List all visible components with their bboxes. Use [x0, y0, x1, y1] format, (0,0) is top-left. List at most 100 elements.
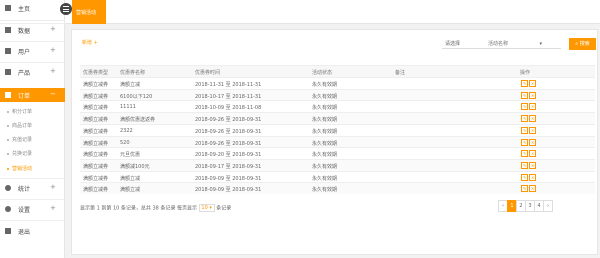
monitor-icon [5, 27, 11, 33]
sidebar-item-users[interactable]: 用户 + [0, 45, 65, 57]
table-cell: 满额立减 [120, 175, 141, 182]
divider [0, 41, 65, 42]
table-cell: 永久有效期 [312, 175, 338, 182]
box-icon [5, 69, 11, 75]
table-cell: 满额立减券 [83, 187, 109, 194]
delete-icon[interactable]: ✕ [529, 185, 536, 193]
table-cell: 520 [120, 139, 130, 146]
table-cell: 永久有效期 [312, 82, 338, 88]
table-cell: 满额立减券 [83, 163, 109, 170]
bullet-icon [7, 152, 9, 155]
sidebar-item-products[interactable]: 产品 + [0, 66, 65, 78]
table-row: 满额立减券 6100以下120 2018-10-17 至 2018-11-31 永久有… [80, 88, 595, 101]
sidebar-item-label: 统计 [18, 186, 31, 193]
sidebar-item-label: 订单 [18, 93, 31, 100]
row-actions: ✎ ✕ [521, 126, 537, 136]
bullet-icon [7, 138, 9, 141]
users-icon [5, 48, 11, 54]
table-cell: 2018-09-09 至 2018-09-31 [195, 187, 262, 194]
sidebar-item-orders[interactable]: 订单 − [0, 88, 65, 102]
column-header: 优惠券类型 [83, 70, 109, 76]
home-icon [5, 5, 11, 11]
table-cell: 满额立减券 [83, 82, 109, 88]
sidebar-subitem-marketing[interactable]: 营销活动 [7, 165, 32, 172]
menu-toggle-icon[interactable] [60, 3, 72, 15]
table-cell: 2018-09-17 至 2018-09-31 [195, 163, 262, 170]
edit-icon[interactable]: ✎ [521, 185, 528, 193]
delete-icon[interactable]: ✕ [529, 115, 536, 123]
table-row: 满额立减券 满额立减 2018-11-31 至 2018-11-31 永久有效期 ✎ ✕ [80, 77, 595, 89]
search-button[interactable]: ⌕ 搜索 [569, 38, 596, 50]
logout-icon [5, 228, 11, 234]
delete-icon[interactable]: ✕ [529, 80, 536, 87]
gear-icon [5, 206, 11, 212]
sidebar-item-stats[interactable]: 统计 + [0, 182, 65, 194]
clock-icon [5, 185, 11, 191]
search-input[interactable] [486, 39, 561, 49]
expand-icon[interactable]: + [50, 183, 56, 191]
sidebar-item-logout[interactable]: 退出 [0, 225, 65, 237]
sidebar-subitem-recharge[interactable]: 充值记录 [7, 136, 32, 143]
expand-icon[interactable]: + [50, 46, 56, 54]
edit-icon[interactable]: ✎ [521, 161, 528, 169]
delete-icon[interactable]: ✕ [529, 91, 536, 99]
table-cell: 满额减100元 [120, 163, 150, 170]
delete-icon[interactable]: ✕ [529, 173, 536, 181]
table-row: 满额立减券 满额立减 2018-09-09 至 2018-09-31 永久有效期 ✎ ✕ [80, 182, 595, 194]
table-cell: 永久有效期 [312, 163, 338, 170]
table-cell: 2018-09-09 至 2018-09-31 [195, 175, 262, 182]
edit-icon[interactable]: ✎ [521, 115, 528, 123]
column-header: 活动状态 [312, 70, 333, 76]
edit-icon[interactable]: ✎ [521, 138, 528, 146]
edit-icon[interactable]: ✎ [521, 173, 528, 181]
table-cell: 满额立减券 [83, 93, 109, 100]
delete-icon[interactable]: ✕ [529, 150, 536, 158]
page-next-button[interactable]: › [543, 200, 553, 212]
table-cell: 满额优惠送返券 [120, 117, 156, 124]
row-actions: ✎ ✕ [521, 80, 537, 89]
row-actions: ✎ ✕ [521, 185, 537, 194]
edit-icon[interactable]: ✎ [521, 80, 528, 87]
page-size-select[interactable]: 10 ▾ [198, 204, 215, 212]
tab-marketing[interactable]: 营销活动 [72, 0, 106, 24]
sidebar-item-data[interactable]: 数据 + [0, 24, 65, 36]
table-cell: 满额立减券 [83, 140, 109, 147]
expand-icon[interactable]: + [50, 67, 56, 75]
table-cell: 2018-10-09 至 2018-11-08 [195, 105, 262, 112]
table-header: 优惠券类型 优惠券名称 优惠券时间 活动状态 备注 操作 [80, 65, 595, 77]
sidebar-item-settings[interactable]: 设置 + [0, 203, 65, 215]
edit-icon[interactable]: ✎ [521, 126, 528, 134]
expand-icon[interactable]: + [50, 204, 56, 212]
bullet-icon [7, 124, 9, 127]
table-cell: 满额立减券 [83, 128, 109, 135]
edit-icon[interactable]: ✎ [521, 91, 528, 99]
table-cell: 满额立减券 [83, 105, 109, 112]
expand-icon[interactable]: + [50, 25, 56, 33]
content-panel: 新增 + 请选择 ▾ ⌕ 搜索 优惠券类型 优惠券名称 优惠券时间 活动状态 备… [71, 29, 598, 255]
delete-icon[interactable]: ✕ [529, 138, 536, 146]
edit-icon[interactable]: ✎ [521, 103, 528, 111]
edit-icon[interactable]: ✎ [521, 150, 528, 158]
pagination: ‹ 1 2 3 4 › [498, 200, 553, 212]
table-cell: 永久有效期 [312, 187, 338, 194]
add-button[interactable]: 新增 + [82, 39, 98, 46]
sidebar-subitem-points-orders[interactable]: 积分订单 [7, 108, 32, 115]
delete-icon[interactable]: ✕ [529, 103, 536, 111]
divider [0, 20, 65, 21]
column-header: 操作 [520, 70, 531, 76]
table-cell: 2018-11-31 至 2018-11-31 [195, 82, 262, 88]
sidebar-subitem-exchange[interactable]: 兑换记录 [7, 150, 32, 157]
collapse-icon[interactable]: − [50, 90, 56, 98]
sidebar-item-home[interactable]: 主页 [0, 2, 65, 14]
delete-icon[interactable]: ✕ [529, 126, 536, 134]
sidebar-subitem-goods-orders[interactable]: 商品订单 [7, 122, 32, 129]
table-cell: 永久有效期 [312, 117, 338, 124]
search-button-label: 搜索 [579, 41, 590, 47]
table-cell: 永久有效期 [312, 128, 338, 135]
sidebar-item-label: 产品 [18, 70, 31, 77]
table-row: 满额立减券 满额立减 2018-09-09 至 2018-09-31 永久有效期 ✎ ✕ [80, 170, 595, 183]
row-actions: ✎ ✕ [521, 161, 537, 171]
delete-icon[interactable]: ✕ [529, 161, 536, 169]
sidebar-item-label: 用户 [18, 49, 31, 56]
column-header: 备注 [395, 70, 406, 76]
